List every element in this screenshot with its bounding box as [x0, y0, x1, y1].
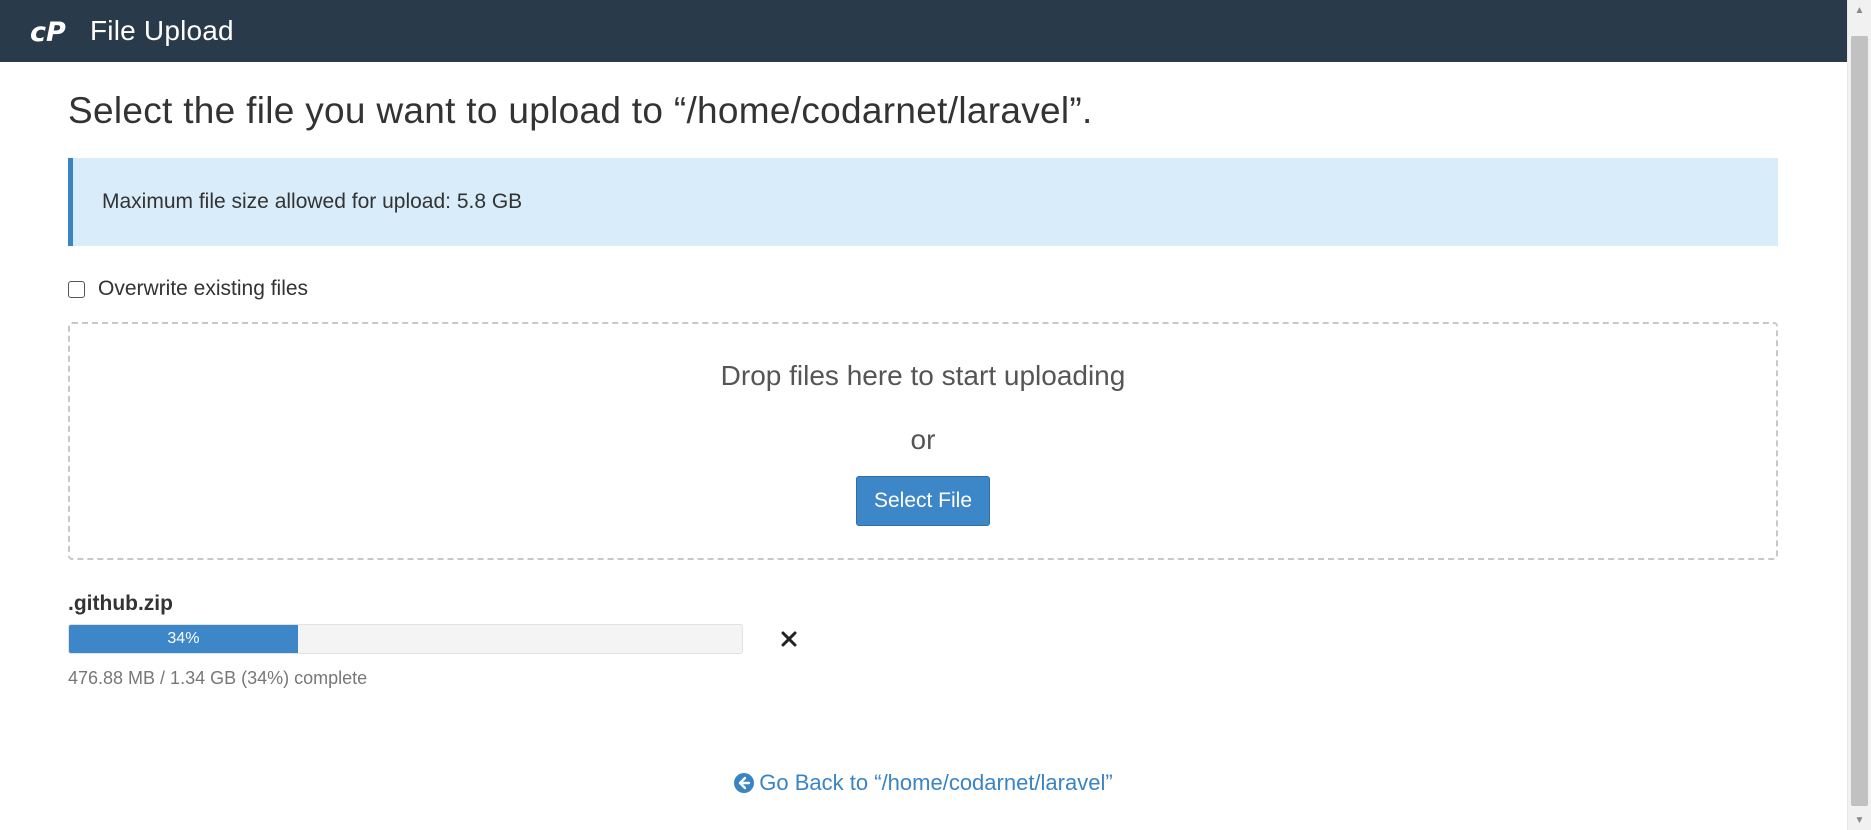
- page-title: Select the file you want to upload to “/…: [68, 90, 1093, 131]
- vertical-scrollbar[interactable]: ▲ ▼: [1847, 0, 1871, 830]
- close-icon[interactable]: [777, 627, 801, 651]
- alert-text: Maximum file size allowed for upload: 5.…: [102, 190, 523, 213]
- or-separator: or: [910, 424, 936, 455]
- max-size-alert: Maximum file size allowed for upload: 5.…: [68, 158, 1778, 246]
- overwrite-label[interactable]: Overwrite existing files: [98, 277, 308, 301]
- scroll-thumb[interactable]: [1851, 36, 1868, 806]
- upload-status-text: 476.88 MB / 1.34 GB (34%) complete: [68, 668, 368, 688]
- upload-progress-row: 34%: [68, 624, 1778, 654]
- app-title: File Upload: [90, 15, 234, 46]
- cpanel-logo-icon[interactable]: cP: [30, 16, 76, 46]
- progress-percent-label: 34%: [167, 630, 200, 647]
- progress-bar-fill: 34%: [69, 625, 298, 653]
- overwrite-option[interactable]: Overwrite existing files: [68, 276, 1778, 302]
- drop-instructions: Drop files here to start uploading: [720, 360, 1126, 391]
- svg-text:cP: cP: [30, 17, 66, 46]
- main-content: Select the file you want to upload to “/…: [68, 62, 1778, 795]
- progress-bar: 34%: [68, 624, 743, 654]
- arrow-circle-left-icon: [734, 773, 755, 793]
- scroll-down-icon[interactable]: ▼: [1848, 810, 1871, 830]
- go-back-label[interactable]: Go Back to “/home/codarnet/laravel”: [759, 770, 1112, 796]
- select-file-button[interactable]: Select File: [856, 476, 990, 526]
- go-back-link[interactable]: Go Back to “/home/codarnet/laravel”: [68, 770, 1778, 796]
- overwrite-checkbox[interactable]: [68, 280, 85, 298]
- scroll-up-icon[interactable]: ▲: [1848, 0, 1871, 20]
- upload-file-name: .github.zip: [68, 592, 173, 615]
- top-bar: cP File Upload: [0, 0, 1871, 62]
- drop-zone[interactable]: Drop files here to start uploading or Se…: [68, 322, 1778, 560]
